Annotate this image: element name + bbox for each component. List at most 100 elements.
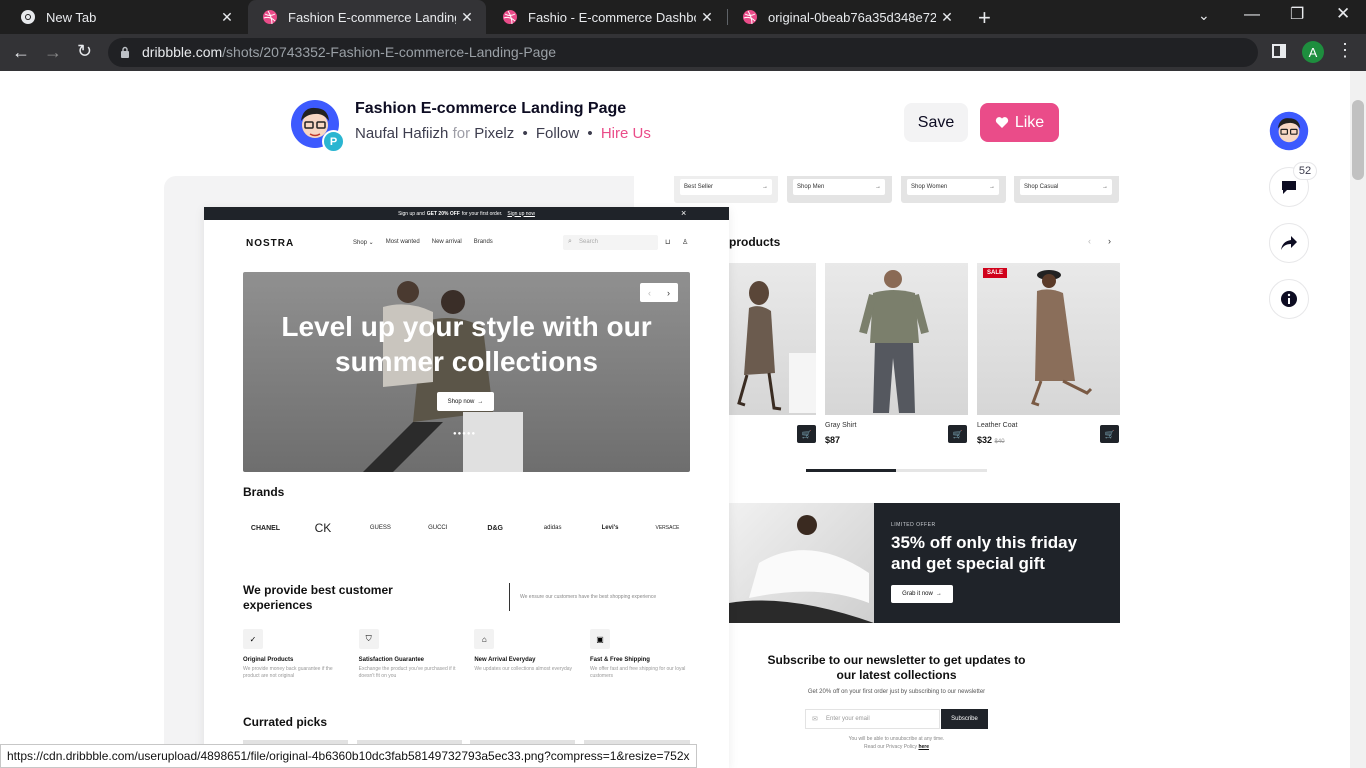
reload-icon[interactable]: ↻ <box>77 42 92 60</box>
back-arrow-icon[interactable]: ← <box>12 43 30 61</box>
grab-it-now-button: Grab it now → <box>891 585 953 603</box>
tab-new-tab[interactable]: New Tab ✕ <box>6 0 246 34</box>
scrollbar-thumb[interactable] <box>1352 100 1364 180</box>
cart-icon: ⊔ <box>665 239 671 246</box>
tab-title: original-0beab76a35d348e728b9 <box>768 9 936 25</box>
feature-item: ⌂ New Arrival Everyday We updates our co… <box>474 629 579 680</box>
share-arrow-icon <box>1281 236 1297 250</box>
brand-ck: CK <box>314 521 332 535</box>
feature-item: ▣ Fast & Free Shipping We offer fast and… <box>589 629 690 680</box>
tab-title: Fashio - E-commerce Dashboard <box>528 9 696 25</box>
shot-byline: Naufal Hafiizh for Pixelz • Follow • Hir… <box>355 125 651 142</box>
forward-arrow-icon[interactable]: → <box>44 43 62 61</box>
close-icon[interactable]: ✕ <box>216 9 238 26</box>
tab-search-icon[interactable]: ⌄ <box>1198 7 1210 24</box>
url-path: /shots/20743352-Fashion-E-commerce-Landi… <box>222 44 557 60</box>
lock-icon <box>120 45 130 58</box>
sale-badge: SALE <box>983 268 1008 278</box>
close-icon[interactable]: ✕ <box>456 9 478 26</box>
tab-fashion-landing[interactable]: Fashion E-commerce Landing Pa ✕ <box>248 0 486 34</box>
brand-guess: GUESS <box>369 525 391 531</box>
chevron-right-icon: › <box>1108 236 1111 246</box>
like-button[interactable]: Like <box>980 103 1059 142</box>
menu-icon[interactable]: ⋮ <box>1336 40 1354 61</box>
curated-heading: Currated picks <box>243 715 328 729</box>
nav-label: Shop <box>353 240 368 246</box>
designer-avatar[interactable] <box>1269 111 1309 151</box>
address-bar[interactable]: dribbble.com/shots/20743352-Fashion-E-co… <box>108 38 1258 67</box>
profile-avatar[interactable]: A <box>1302 41 1324 63</box>
new-tab-button[interactable]: + <box>978 5 991 31</box>
product-name: Gray Shirt <box>825 422 857 429</box>
privacy-text: Read our Privacy Policy <box>863 744 918 750</box>
feature-desc: We provide money back guarantee if the p… <box>243 666 333 679</box>
mail-icon: ✉ <box>812 716 818 723</box>
brand-chanel: CHANEL <box>250 524 281 532</box>
hire-us-link[interactable]: Hire Us <box>601 125 651 142</box>
category-card: Best Seller → <box>674 176 778 203</box>
close-icon[interactable]: ✕ <box>696 9 718 26</box>
restore-button[interactable]: ❐ <box>1290 4 1304 24</box>
product-name: Leather Coat <box>977 422 1018 429</box>
close-window-button[interactable]: ✕ <box>1336 4 1350 24</box>
tab-fashio-dashboard[interactable]: Fashio - E-commerce Dashboard ✕ <box>488 0 726 34</box>
hero-arrows: ‹ › <box>640 283 678 302</box>
brands-heading: Brands <box>243 485 285 499</box>
category-card: Shop Casual → <box>1014 176 1119 203</box>
dribbble-icon <box>503 10 517 25</box>
tab-strip: New Tab ✕ Fashion E-commerce Landing Pa … <box>0 0 1366 34</box>
feature-desc: Exchange the product you've purchased if… <box>358 666 456 679</box>
product-price: $32 $40 <box>977 435 1005 445</box>
chrome-icon <box>21 10 35 24</box>
store-search: Search <box>563 235 658 250</box>
shot-title: Fashion E-commerce Landing Page <box>355 100 627 117</box>
offer-cta-label: Grab it now <box>902 591 933 597</box>
user-icon: ♙ <box>682 239 689 246</box>
nav-new-arrival: New arrival <box>431 239 462 245</box>
offer-label: LIMITED OFFER <box>891 522 936 528</box>
store-logo: NOSTRA <box>246 238 295 249</box>
save-button[interactable]: Save <box>904 103 968 142</box>
store-nav: Shop ⌄ Most wanted New arrival Brands <box>353 239 493 246</box>
hero-title: Level up your style with our summer coll… <box>281 311 652 377</box>
feature-title: Original Products <box>243 657 294 663</box>
team-link[interactable]: Pixelz <box>474 125 514 142</box>
category-label: Shop Women <box>911 184 948 190</box>
brand-gucci: GUCCI <box>428 525 448 531</box>
url-domain: dribbble.com <box>142 44 223 60</box>
comment-icon <box>1282 181 1296 194</box>
cart-icon: 🛒 <box>1100 425 1119 443</box>
feature-item: ✓ Original Products We provide money bac… <box>243 629 348 680</box>
badge-check-icon: ✓ <box>243 629 263 649</box>
privacy-note: Read our Privacy Policy here <box>764 744 1029 750</box>
feature-title: Fast & Free Shipping <box>589 657 650 663</box>
products-heading: products <box>729 235 781 249</box>
brand-logos: CHANEL CK GUESS GUCCI D&G adidas Levi's … <box>243 521 690 535</box>
nav-brands: Brands <box>473 239 493 245</box>
tab-title: Fashion E-commerce Landing Pa <box>288 9 456 25</box>
tag-icon: ⌂ <box>474 629 495 649</box>
team-badge: P <box>322 130 345 153</box>
feature-list: ✓ Original Products We provide money bac… <box>243 629 690 680</box>
author-link[interactable]: Naufal Hafiizh <box>355 125 448 142</box>
close-icon[interactable]: ✕ <box>936 9 958 26</box>
privacy-link: here <box>918 744 930 750</box>
details-button[interactable] <box>1269 279 1309 319</box>
follow-link[interactable]: Follow <box>536 125 579 142</box>
promo-bold: GET 20% OFF <box>426 210 460 217</box>
dribbble-icon <box>743 10 757 25</box>
product-image <box>977 263 1120 415</box>
minimize-button[interactable]: — <box>1244 6 1260 24</box>
promo-close-icon: × <box>681 208 687 218</box>
heart-icon <box>995 117 1008 128</box>
category-card: Shop Men → <box>787 176 892 203</box>
brand-versace: VERSACE <box>655 525 680 531</box>
carousel-progress <box>806 469 987 472</box>
share-button[interactable] <box>1269 223 1309 263</box>
promo-text: Sign up and <box>398 210 425 217</box>
search-icon: ⌕ <box>568 238 572 245</box>
promo-link: Sign up now <box>507 210 535 217</box>
tab-original-image[interactable]: original-0beab76a35d348e728b9 ✕ <box>728 0 966 34</box>
side-panel-icon[interactable] <box>1272 44 1286 58</box>
feature-title: Satisfaction Guarantee <box>358 657 425 663</box>
